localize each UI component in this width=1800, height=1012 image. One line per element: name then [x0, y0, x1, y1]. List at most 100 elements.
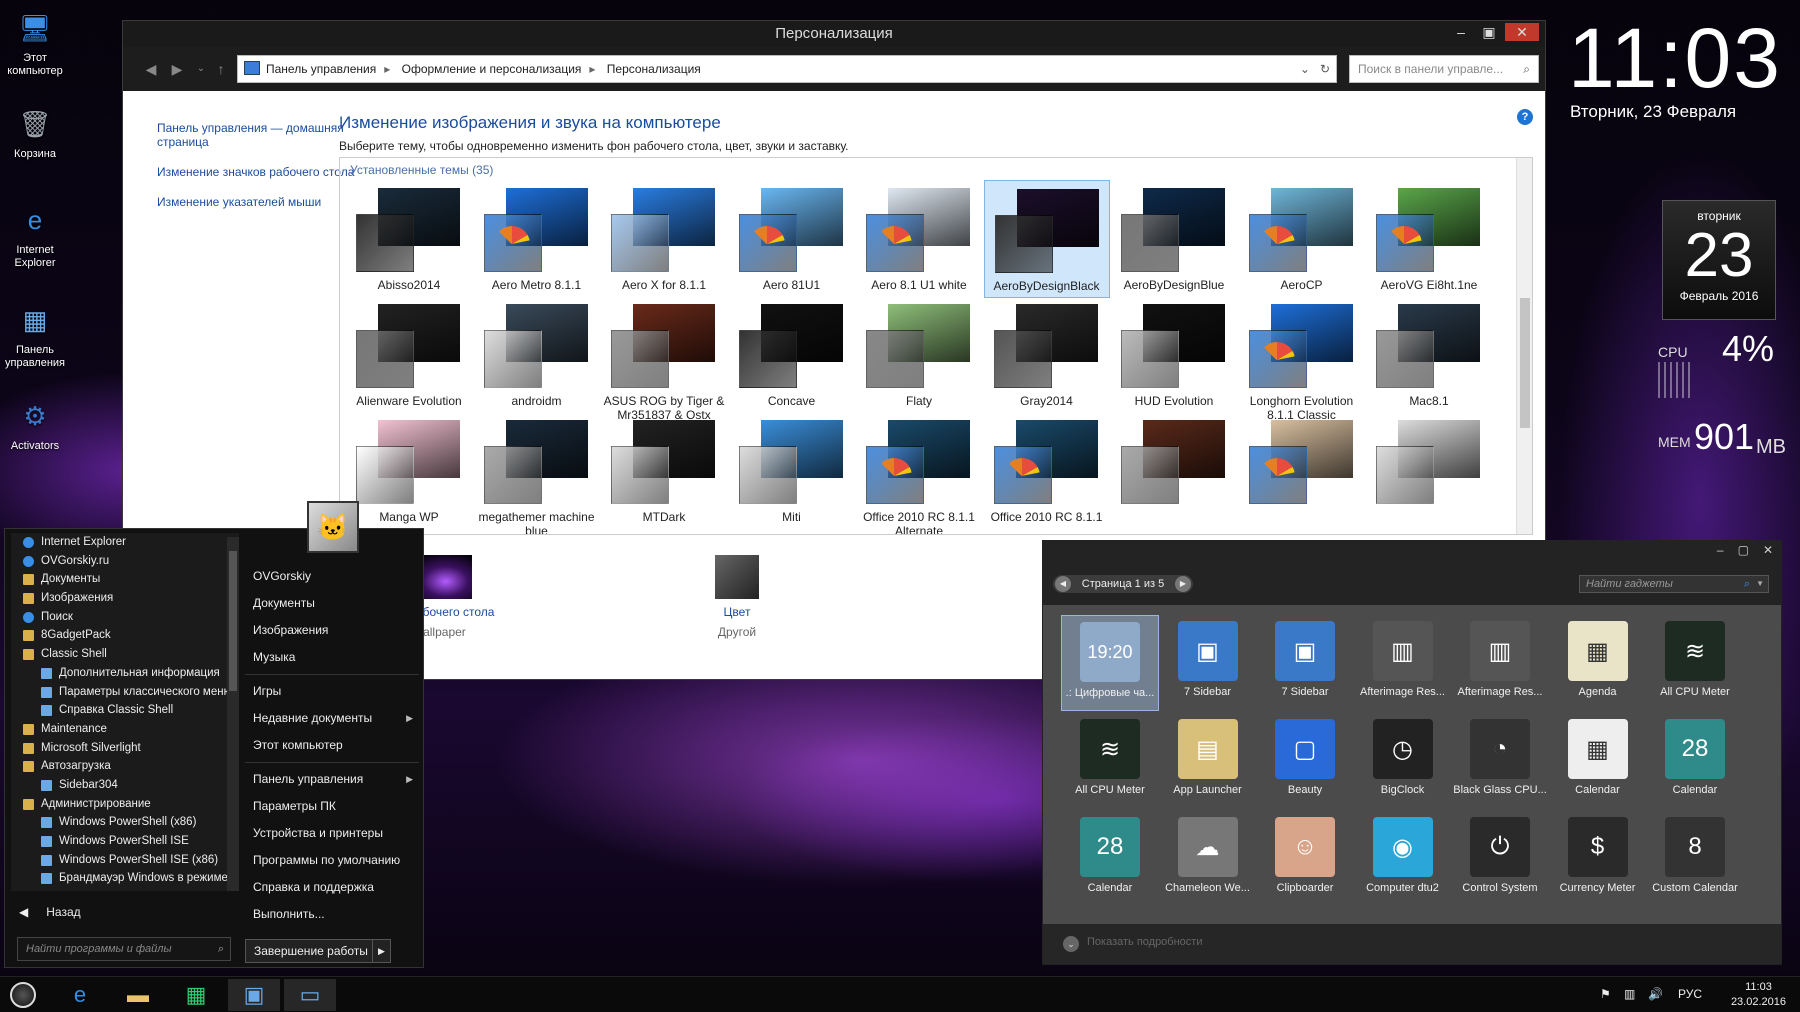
gadget-item[interactable]: ≋ All CPU Meter	[1061, 713, 1159, 809]
gadget-item[interactable]: ▣ 7 Sidebar	[1256, 615, 1354, 711]
program-item[interactable]: 8GadgetPack	[11, 626, 239, 645]
gadget-item[interactable]: ▥ Afterimage Res...	[1354, 615, 1452, 711]
program-item[interactable]: Справка Classic Shell	[11, 701, 239, 720]
desktop-icon-computer[interactable]: 🖥 Этот компьютер	[2, 8, 68, 78]
programs-scrollbar[interactable]	[227, 537, 239, 891]
minimize-icon[interactable]: –	[1449, 23, 1473, 41]
theme-tile[interactable]: androidm	[474, 296, 600, 414]
theme-tile[interactable]: AeroVG Ei8ht.1ne	[1366, 180, 1492, 298]
theme-tile[interactable]: AeroCP	[1239, 180, 1365, 298]
start-menu-item[interactable]: Музыка	[245, 644, 419, 671]
program-item[interactable]: Брандмауэр Windows в режиме	[11, 869, 239, 888]
forward-arrow-icon[interactable]: ▶	[167, 59, 187, 79]
calendar-gadget[interactable]: вторник 23 Февраль 2016	[1662, 200, 1776, 320]
taskbar-explorer[interactable]: ▬	[112, 979, 164, 1011]
theme-tile[interactable]	[1239, 412, 1365, 530]
start-menu-item[interactable]: Программы по умолчанию	[245, 847, 419, 874]
theme-tile[interactable]: Aero X for 8.1.1	[601, 180, 727, 298]
gadget-item[interactable]: $ Currency Meter	[1549, 811, 1647, 907]
minimize-icon[interactable]: –	[1717, 543, 1724, 557]
program-item[interactable]: Internet Explorer	[11, 533, 239, 552]
window-titlebar[interactable]: Персонализация – ▣ ✕	[123, 21, 1545, 47]
gadget-item[interactable]: ▦ Agenda	[1549, 615, 1647, 711]
gadget-item[interactable]: ▥ Afterimage Res...	[1451, 615, 1549, 711]
start-menu-item[interactable]: Выполнить...	[245, 901, 419, 928]
color-setting[interactable]: Цвет Другой	[667, 555, 807, 639]
help-icon[interactable]: ?	[1517, 109, 1533, 125]
breadcrumb-item-personalization[interactable]: Персонализация	[607, 62, 701, 76]
gadget-item[interactable]: ◷ BigClock	[1354, 713, 1452, 809]
theme-tile[interactable]: Miti	[729, 412, 855, 530]
prev-page-icon[interactable]: ◀	[1055, 576, 1071, 592]
theme-tile[interactable]: Office 2010 RC 8.1.1 Alternate	[856, 412, 982, 534]
user-avatar[interactable]: 🐱	[307, 501, 359, 553]
gadget-item[interactable]: ▦ Calendar	[1549, 713, 1647, 809]
gadget-item[interactable]: ≋ All CPU Meter	[1646, 615, 1744, 711]
nav-link-mouse-pointers[interactable]: Изменение указателей мыши	[157, 195, 357, 209]
start-menu-item[interactable]: Панель управления ▶	[245, 766, 419, 793]
gadget-item[interactable]: ☺ Clipboarder	[1256, 811, 1354, 907]
desktop-icon-control-panel[interactable]: ▦ Панель управления	[2, 300, 68, 370]
program-item[interactable]: Windows PowerShell ISE	[11, 832, 239, 851]
taskbar-ie[interactable]: e	[54, 979, 106, 1011]
start-menu-item[interactable]: Недавние документы ▶	[245, 705, 419, 732]
breadcrumb-item-appearance[interactable]: Оформление и персонализация	[402, 62, 582, 76]
maximize-icon[interactable]: ▣	[1477, 23, 1501, 41]
taskbar-store[interactable]: ▦	[170, 979, 222, 1011]
gadget-item[interactable]: 28 Calendar	[1061, 811, 1159, 907]
taskbar-control-panel[interactable]: ▣	[228, 979, 280, 1011]
theme-tile[interactable]: MTDark	[601, 412, 727, 530]
history-chevron-icon[interactable]: ⌄	[191, 59, 211, 79]
tray-clock[interactable]: 11:03 23.02.2016	[1731, 980, 1786, 1010]
gadgets-search-input[interactable]: Найти гаджеты ⌕ ▼	[1579, 575, 1769, 593]
back-button[interactable]: ◀ Назад	[19, 905, 99, 919]
start-menu-item[interactable]: Устройства и принтеры	[245, 820, 419, 847]
back-arrow-icon[interactable]: ◀	[141, 59, 161, 79]
up-arrow-icon[interactable]: ↑	[211, 59, 231, 79]
close-icon[interactable]: ✕	[1505, 23, 1539, 41]
gadget-item[interactable]: ◔ Black Glass CPU...	[1451, 713, 1549, 809]
program-item[interactable]: Classic Shell	[11, 645, 239, 664]
search-icon[interactable]: ⌕	[1744, 576, 1750, 592]
start-search-input[interactable]: Найти программы и файлы ⌕	[17, 937, 231, 961]
start-menu-item[interactable]: Документы	[245, 590, 419, 617]
program-item[interactable]: Sidebar304	[11, 776, 239, 795]
theme-tile[interactable]: Office 2010 RC 8.1.1	[984, 412, 1110, 530]
program-item[interactable]: Документы	[11, 570, 239, 589]
next-page-icon[interactable]: ▶	[1175, 576, 1191, 592]
theme-tile[interactable]: Abisso2014	[346, 180, 472, 298]
search-icon[interactable]: ⌕	[218, 938, 224, 960]
theme-tile[interactable]	[1111, 412, 1237, 530]
volume-icon[interactable]: 🔊	[1648, 987, 1663, 1001]
start-menu-item[interactable]: Изображения	[245, 617, 419, 644]
theme-tile[interactable]: Manga WP	[346, 412, 472, 530]
program-item[interactable]: Microsoft Silverlight	[11, 739, 239, 758]
start-button[interactable]	[0, 979, 46, 1011]
nav-link-home[interactable]: Панель управления — домашняя страница	[157, 121, 357, 149]
theme-tile[interactable]: Aero Metro 8.1.1	[474, 180, 600, 298]
gadget-item[interactable]: ◉ Computer dtu2	[1354, 811, 1452, 907]
dropdown-chevron-icon[interactable]: ⌄	[1300, 62, 1310, 76]
start-menu-item[interactable]: Этот компьютер	[245, 732, 419, 759]
desktop-icon-activators[interactable]: ⚙ Activators	[2, 396, 68, 453]
network-icon[interactable]: ▥	[1624, 987, 1635, 1001]
close-icon[interactable]: ✕	[1763, 543, 1773, 557]
taskbar-gadgets[interactable]: ▭	[284, 979, 336, 1011]
theme-tile[interactable]: Alienware Evolution	[346, 296, 472, 414]
theme-tile[interactable]: Concave	[729, 296, 855, 414]
breadcrumb-item-control-panel[interactable]: Панель управления	[266, 62, 376, 76]
flag-icon[interactable]: ⚑	[1600, 987, 1611, 1001]
gadget-item[interactable]: ⏻ Control System	[1451, 811, 1549, 907]
program-item[interactable]: Дополнительная информация	[11, 664, 239, 683]
expand-details-icon[interactable]: ⌄	[1063, 936, 1079, 952]
start-menu-item[interactable]: Игры	[245, 678, 419, 705]
desktop-icon-recycle-bin[interactable]: 🗑 Корзина	[2, 104, 68, 161]
maximize-icon[interactable]: ▢	[1738, 543, 1749, 557]
dropdown-chevron-icon[interactable]: ▼	[1756, 576, 1764, 592]
start-menu-item[interactable]: Параметры ПК	[245, 793, 419, 820]
theme-tile[interactable]: Gray2014	[984, 296, 1110, 414]
nav-link-desktop-icons[interactable]: Изменение значков рабочего стола	[157, 165, 357, 179]
theme-tile[interactable]: AeroByDesignBlack	[983, 180, 1110, 298]
program-item[interactable]: Windows PowerShell ISE (x86)	[11, 851, 239, 870]
language-indicator[interactable]: РУС	[1678, 987, 1702, 1001]
